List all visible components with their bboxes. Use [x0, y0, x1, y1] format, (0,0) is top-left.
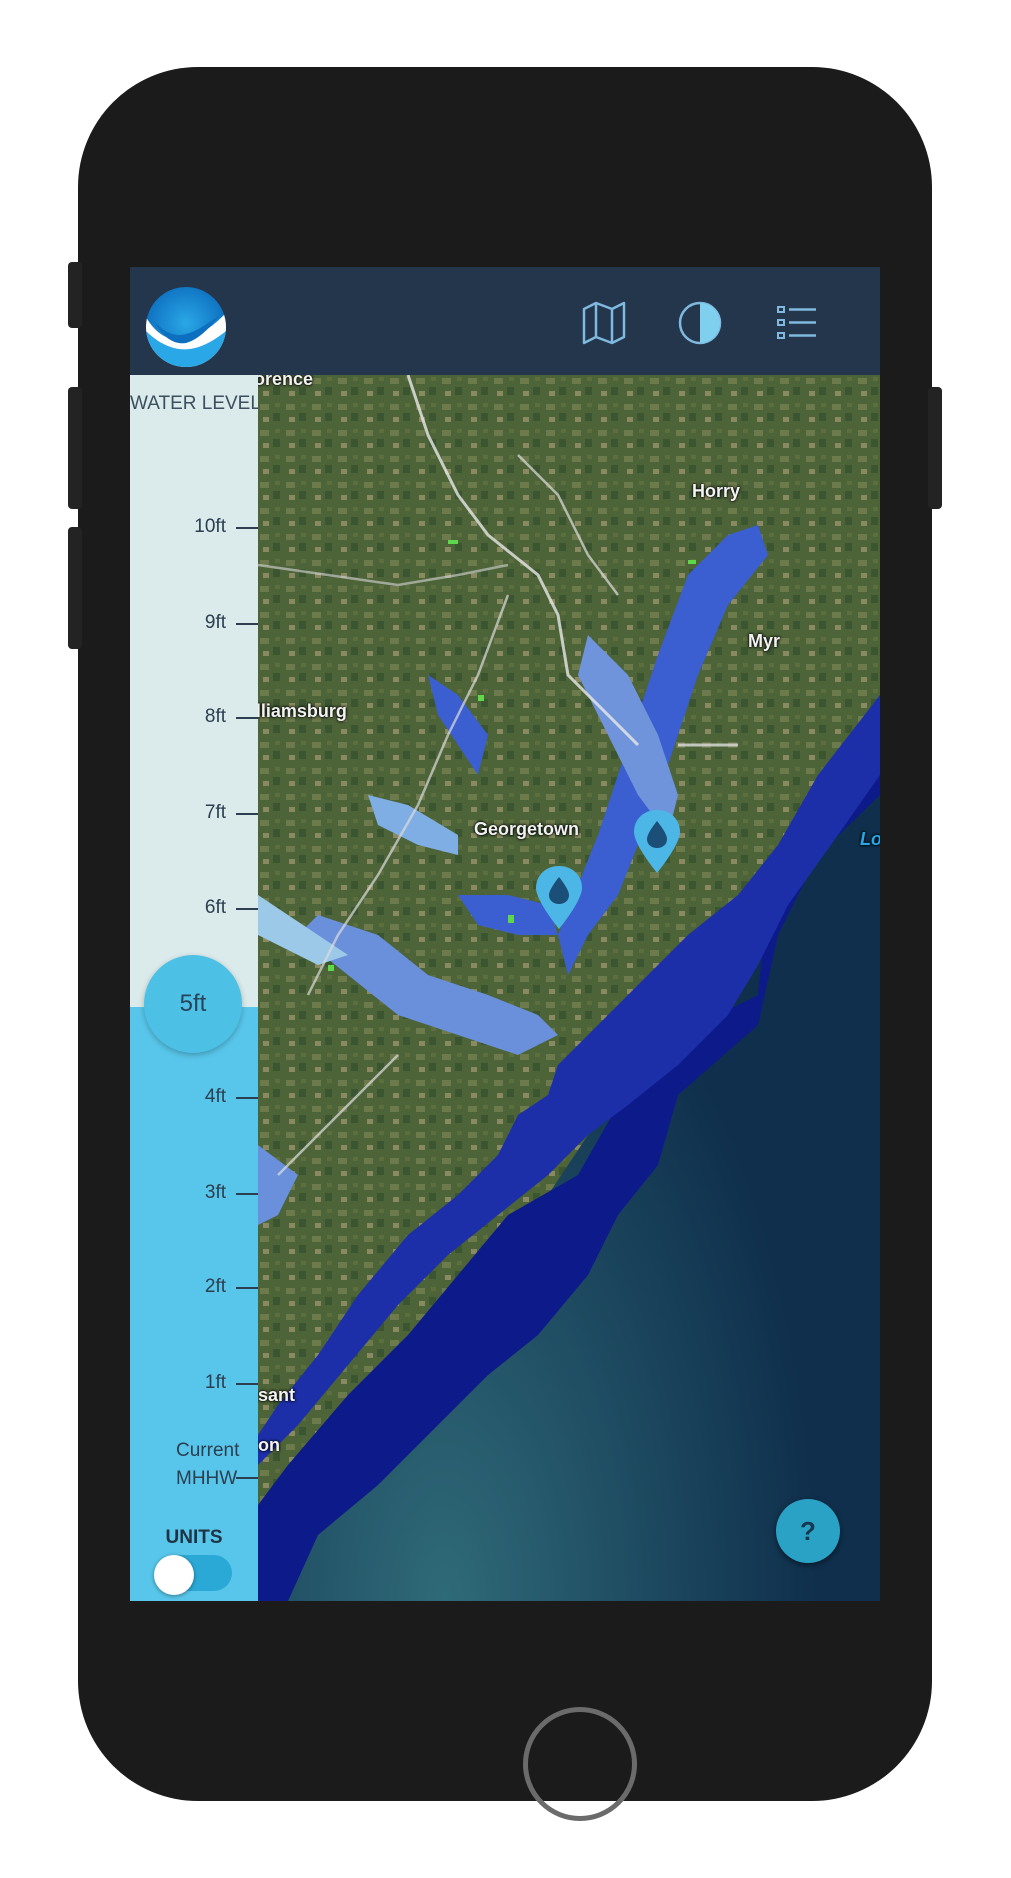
tick-4ft: 4ft — [130, 1086, 258, 1107]
water-level-slider-knob[interactable]: 5ft — [144, 955, 242, 1053]
tick-8ft: 8ft — [130, 706, 258, 727]
top-navigation-bar — [130, 267, 880, 375]
home-button[interactable] — [523, 1707, 637, 1821]
mute-switch — [68, 262, 82, 328]
units-toggle[interactable] — [154, 1555, 232, 1595]
power-button — [928, 387, 942, 509]
noaa-bird-logo-icon[interactable] — [146, 287, 226, 367]
tick-1ft: 1ft — [130, 1372, 258, 1393]
app-screen: Florence Horry Myr Williamsburg Georgeto… — [130, 267, 880, 1601]
tick-9ft: 9ft — [130, 612, 258, 633]
map-label-pleasant: sant — [258, 1385, 296, 1405]
map-label-myrtle: Myr — [748, 631, 781, 651]
current-mhhw-label: Current MHHW — [176, 1440, 240, 1489]
units-label: UNITS — [165, 1527, 223, 1548]
map-label-georgetown: Georgetown — [474, 819, 580, 839]
list-icon[interactable] — [776, 301, 820, 345]
tick-7ft: 7ft — [130, 802, 258, 823]
water-level-slider-panel[interactable]: WATER LEVEL 10ft 9ft 8ft 7ft 6ft 4ft 3ft… — [130, 375, 258, 1601]
map-label-charleston: on — [258, 1435, 280, 1455]
map-label-horry: Horry — [692, 481, 741, 501]
contrast-icon[interactable] — [678, 301, 722, 345]
volume-down-button — [68, 527, 82, 649]
units-toggle-knob — [154, 1555, 194, 1595]
map-imagery — [258, 375, 880, 1601]
tick-2ft: 2ft — [130, 1276, 258, 1297]
tick-10ft: 10ft — [130, 516, 258, 537]
map-label-florence: Florence — [258, 375, 314, 389]
flood-map[interactable]: Florence Horry Myr Williamsburg Georgeto… — [258, 375, 880, 1601]
tick-3ft: 3ft — [130, 1182, 258, 1203]
volume-up-button — [68, 387, 82, 509]
map-icon[interactable] — [582, 301, 626, 345]
water-level-title: WATER LEVEL — [130, 393, 258, 414]
map-label-lo: Lo — [860, 829, 880, 849]
map-label-williamsburg: Williamsburg — [258, 701, 347, 721]
water-gauge-pin[interactable] — [534, 865, 584, 931]
water-gauge-pin[interactable] — [632, 809, 682, 875]
help-button[interactable]: ? — [776, 1499, 840, 1563]
tick-6ft: 6ft — [130, 897, 258, 918]
